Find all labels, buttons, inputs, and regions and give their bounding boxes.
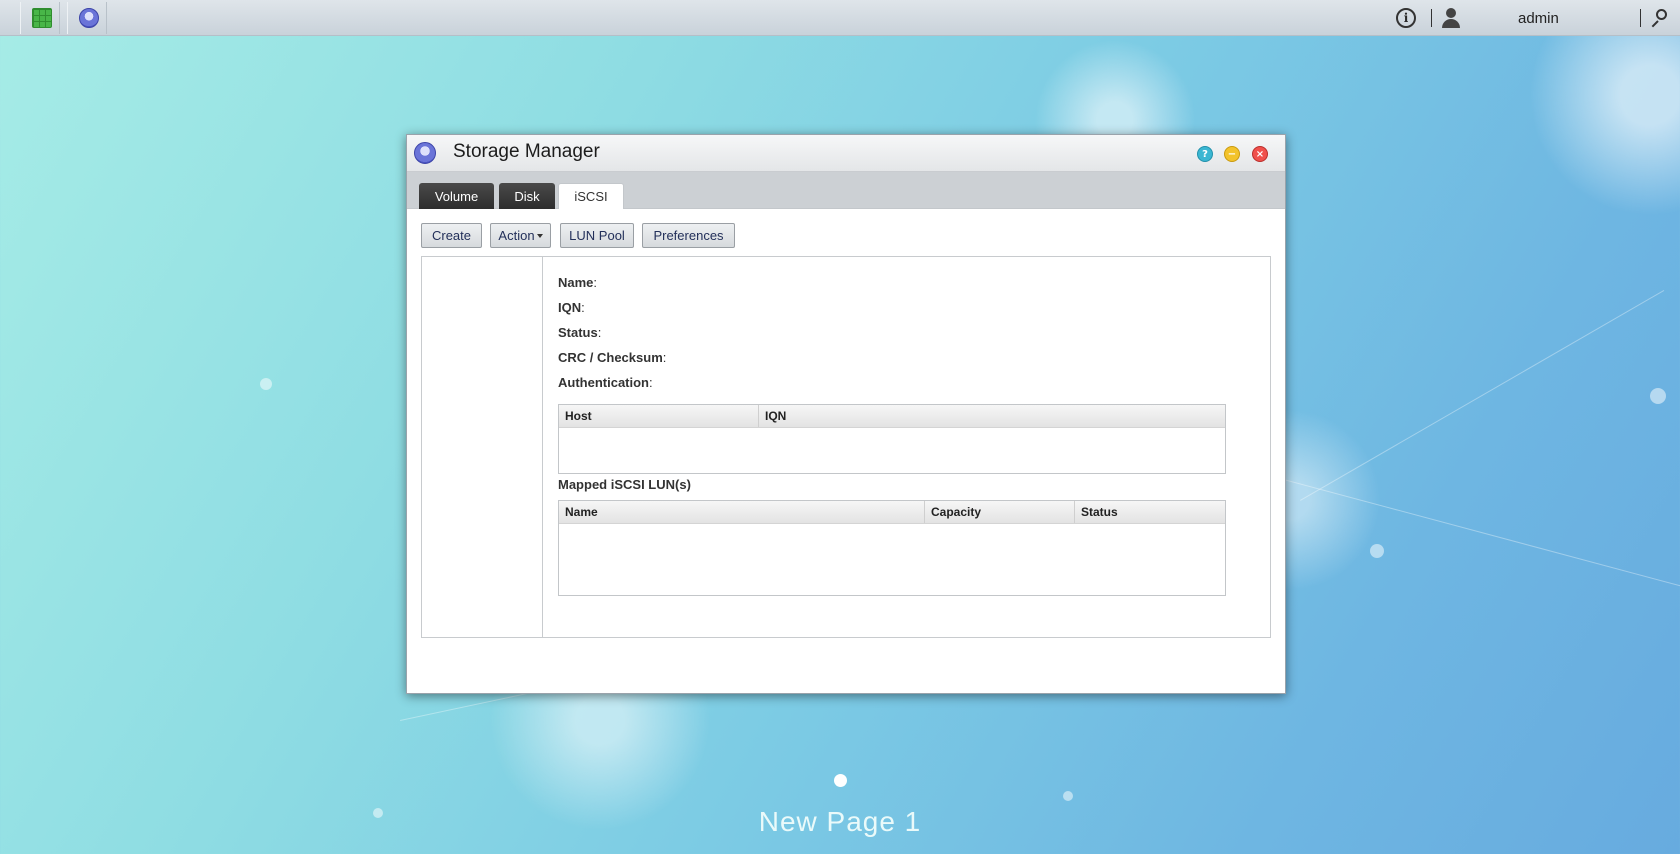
target-list-pane[interactable] — [422, 257, 543, 637]
column-iqn[interactable]: IQN — [759, 405, 1225, 427]
tab-volume[interactable]: Volume — [419, 183, 494, 209]
column-status[interactable]: Status — [1075, 501, 1225, 523]
minimize-button[interactable]: − — [1224, 146, 1240, 162]
hosts-table-header: Host IQN — [559, 405, 1225, 428]
iqn-field: IQN: — [558, 300, 585, 315]
name-label: Name — [558, 275, 594, 290]
info-button[interactable]: i — [1396, 0, 1416, 36]
storage-manager-taskbar-button[interactable] — [67, 2, 107, 34]
name-field: Name: — [558, 275, 597, 290]
help-button[interactable]: ? — [1197, 146, 1213, 162]
colon: : — [662, 350, 667, 365]
background-light-line — [1300, 290, 1665, 501]
user-icon — [1441, 7, 1461, 29]
background-light-line — [1249, 470, 1680, 591]
grid-icon — [32, 8, 52, 28]
crc-label: CRC / Checksum — [558, 350, 663, 365]
page-indicator-dot[interactable] — [834, 774, 847, 787]
lun-pool-button[interactable]: LUN Pool — [560, 223, 634, 248]
window-title: Storage Manager — [453, 141, 600, 162]
colon: : — [649, 375, 653, 390]
info-icon: i — [1396, 8, 1416, 28]
authentication-label: Authentication — [558, 375, 649, 390]
storage-manager-icon — [414, 142, 436, 164]
window-titlebar[interactable]: Storage Manager ? − × — [407, 135, 1285, 172]
background-light-dot — [1370, 544, 1384, 558]
column-capacity[interactable]: Capacity — [925, 501, 1075, 523]
background-light-dot — [260, 378, 272, 390]
iscsi-content-panel: Name: IQN: Status: CRC / Checksum: Authe… — [421, 256, 1271, 638]
action-label: Action — [498, 228, 535, 243]
background-light-dot — [373, 808, 383, 818]
username-label[interactable]: admin — [1518, 10, 1559, 27]
storage-manager-icon — [79, 8, 99, 28]
storage-manager-window: Storage Manager ? − × Volume Disk iSCSI … — [406, 134, 1286, 694]
search-button[interactable] — [1648, 0, 1668, 36]
separator — [1431, 9, 1432, 27]
authentication-field: Authentication: — [558, 375, 653, 390]
search-icon — [1648, 8, 1668, 28]
colon: : — [593, 275, 598, 290]
chevron-down-icon — [536, 234, 543, 238]
separator — [1640, 9, 1641, 27]
action-dropdown-button[interactable]: Action — [490, 223, 551, 248]
luns-table-header: Name Capacity Status — [559, 501, 1225, 524]
status-field: Status: — [558, 325, 601, 340]
tab-bar: Volume Disk iSCSI — [407, 172, 1285, 209]
column-name[interactable]: Name — [559, 501, 925, 523]
background-light-dot — [1650, 388, 1666, 404]
background-light-dot — [1063, 791, 1073, 801]
user-menu-button[interactable] — [1441, 0, 1461, 36]
top-bar: i admin — [0, 0, 1680, 36]
column-host[interactable]: Host — [559, 405, 759, 427]
colon: : — [597, 325, 602, 340]
iqn-label: IQN — [558, 300, 582, 315]
create-button[interactable]: Create — [421, 223, 482, 248]
preferences-button[interactable]: Preferences — [642, 223, 735, 248]
colon: : — [581, 300, 585, 315]
tab-iscsi[interactable]: iSCSI — [558, 183, 624, 209]
mapped-luns-title: Mapped iSCSI LUN(s) — [558, 477, 691, 492]
tab-disk[interactable]: Disk — [499, 183, 555, 209]
page-label: New Page 1 — [758, 806, 922, 837]
status-label: Status — [558, 325, 598, 340]
main-menu-button[interactable] — [20, 2, 60, 34]
hosts-table[interactable]: Host IQN — [558, 404, 1226, 474]
mapped-luns-table[interactable]: Name Capacity Status — [558, 500, 1226, 596]
crc-field: CRC / Checksum: — [558, 350, 666, 365]
close-button[interactable]: × — [1252, 146, 1268, 162]
